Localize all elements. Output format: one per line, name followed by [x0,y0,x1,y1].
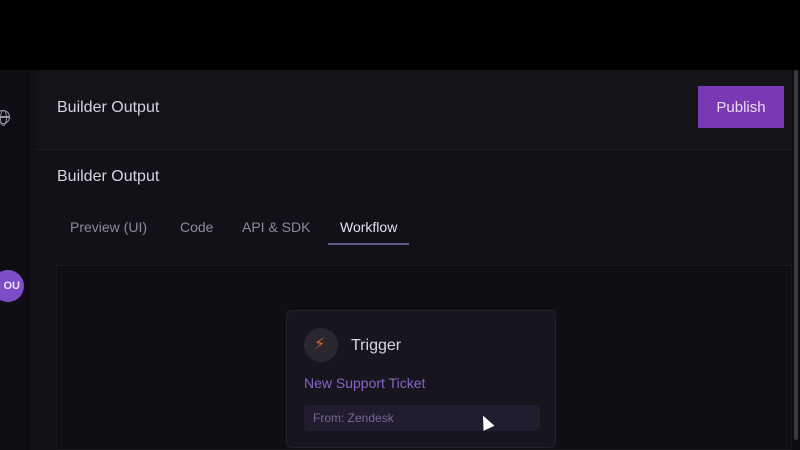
trigger-node[interactable]: ⚡ Trigger New Support Ticket From: Zende… [286,310,556,448]
scrollbar[interactable] [792,70,800,450]
node-source-badge: From: Zendesk [304,405,540,431]
publish-button[interactable]: Publish [698,86,784,128]
panel-title: Builder Output [57,168,160,185]
app-window: OU Builder Output Publish Builder Output… [0,70,800,450]
top-black-band [0,0,800,70]
tab-preview-ui[interactable]: Preview (UI) [58,215,159,243]
left-rail: OU [0,70,30,450]
avatar[interactable]: OU [0,270,24,302]
node-source-text: From: Zendesk [313,411,394,425]
node-type-label: Trigger [351,337,402,354]
node-title: New Support Ticket [304,375,426,391]
page-header: Builder Output Publish [36,70,792,150]
trigger-icon: ⚡ [314,336,326,353]
tab-code[interactable]: Code [168,215,225,243]
workflow-canvas[interactable]: ⚡ Trigger New Support Ticket From: Zende… [56,265,792,450]
tab-api-sdk[interactable]: API & SDK [230,215,322,243]
scrollbar-thumb[interactable] [794,70,798,440]
page-title: Builder Output [57,99,160,116]
builder-output-panel: Builder Output Preview (UI) Code API & S… [36,153,792,450]
globe-icon[interactable] [0,109,10,126]
trigger-icon-circle: ⚡ [304,328,338,362]
tab-workflow[interactable]: Workflow [328,215,410,245]
